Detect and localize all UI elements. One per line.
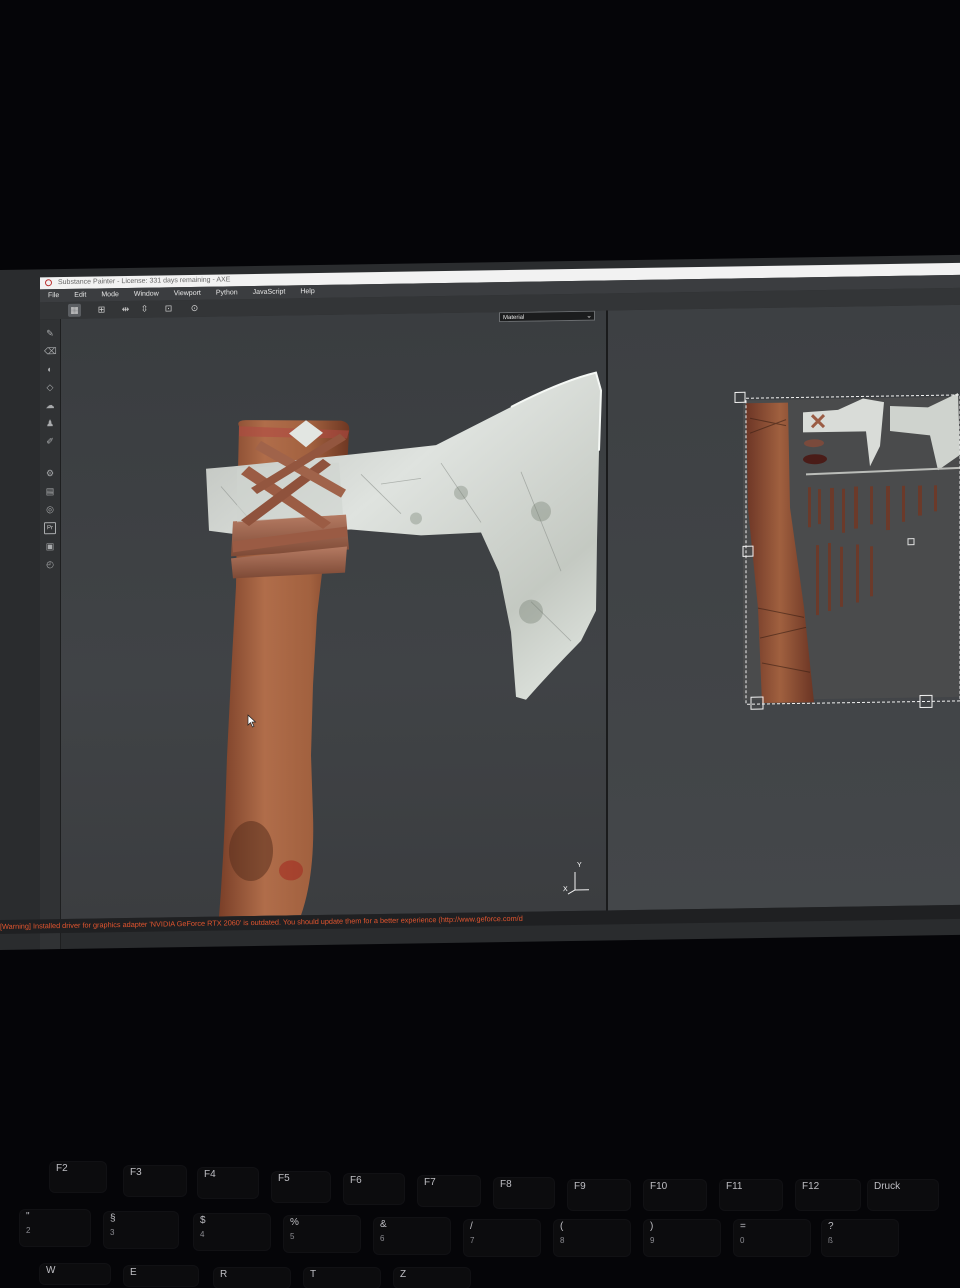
pr-icon[interactable]: Pr xyxy=(44,522,56,534)
key-z: Z xyxy=(394,1268,470,1288)
key-sz-shift: ? xyxy=(828,1221,834,1232)
key-8: (8 xyxy=(554,1220,630,1256)
camera-icon[interactable]: ◎ xyxy=(44,503,56,515)
settings-icon[interactable]: ⚙ xyxy=(44,467,56,479)
align-icon[interactable]: ⇳ xyxy=(138,303,151,316)
axis-y-label: Y xyxy=(577,862,582,869)
menu-edit[interactable]: Edit xyxy=(74,289,86,302)
clone-icon[interactable]: ♟ xyxy=(44,417,56,429)
key-f3: F3 xyxy=(124,1166,186,1196)
key-f4: F4 xyxy=(198,1168,258,1198)
key-5-label: 5 xyxy=(290,1230,360,1244)
monitor-screen: Substance Painter - License: 331 days re… xyxy=(0,255,960,950)
3d-viewport[interactable]: Material ⌄ Y X xyxy=(61,310,606,919)
key-7-label: 7 xyxy=(470,1234,540,1248)
key-8-label: 8 xyxy=(560,1234,630,1248)
key-f8: F8 xyxy=(494,1178,554,1208)
key-3-label: 3 xyxy=(110,1226,178,1240)
axis-gizmo: Y X xyxy=(563,866,593,896)
color-picker-icon[interactable]: ✐ xyxy=(44,435,56,447)
tools-sidebar: ✎ ⌫ ◐ ◇ ☁ ♟ ✐ ⚙ ▤ ◎ Pr ▣ ◴ xyxy=(40,319,61,949)
key-6-shift: & xyxy=(380,1219,387,1230)
save-icon[interactable]: ▣ xyxy=(44,540,56,552)
projection-icon[interactable]: ◐ xyxy=(44,363,56,375)
key-r: R xyxy=(214,1268,290,1288)
key-f7: F7 xyxy=(418,1176,480,1206)
grid-view-icon[interactable]: ⊞ xyxy=(95,303,108,316)
key-0-label: 0 xyxy=(740,1234,810,1248)
key-9-label: 9 xyxy=(650,1234,720,1248)
key-f10: F10 xyxy=(644,1180,706,1210)
2d-uv-viewport[interactable] xyxy=(608,305,960,911)
key-9-shift: ) xyxy=(650,1221,653,1232)
menu-viewport[interactable]: Viewport xyxy=(174,287,201,300)
polygon-fill-icon[interactable]: ◇ xyxy=(44,381,56,393)
chevron-down-icon: ⌄ xyxy=(586,312,592,322)
smudge-icon[interactable]: ☁ xyxy=(44,399,56,411)
key-7-shift: / xyxy=(470,1221,473,1232)
axis-x-label: X xyxy=(563,886,568,893)
channel-select[interactable]: Material ⌄ xyxy=(499,311,595,323)
key-0: =0 xyxy=(734,1220,810,1256)
menu-mode[interactable]: Mode xyxy=(101,288,119,301)
menu-python[interactable]: Python xyxy=(216,286,238,299)
window-title: Substance Painter - License: 331 days re… xyxy=(58,276,230,286)
key-w: W xyxy=(40,1264,110,1284)
key-4-label: 4 xyxy=(200,1228,270,1242)
layout-grid-icon[interactable]: ▦ xyxy=(68,304,81,317)
layers-icon[interactable]: ▤ xyxy=(44,485,56,497)
key-2-shift: " xyxy=(26,1211,30,1222)
uv-texture-map xyxy=(608,305,960,911)
menu-window[interactable]: Window xyxy=(134,288,159,301)
key-4: $4 xyxy=(194,1214,270,1250)
key-9: )9 xyxy=(644,1220,720,1256)
key-5: %5 xyxy=(284,1216,360,1252)
key-f6: F6 xyxy=(344,1174,404,1204)
key-6-label: 6 xyxy=(380,1232,450,1246)
mirror-icon[interactable]: ⇹ xyxy=(119,303,132,316)
key-4-shift: $ xyxy=(200,1215,206,1226)
menu-javascript[interactable]: JavaScript xyxy=(253,286,286,300)
history-icon[interactable]: ◴ xyxy=(44,558,56,570)
laptop-keyboard: F2 F3 F4 F5 F6 F7 F8 F9 F10 F11 F12 Druc… xyxy=(0,1150,960,1280)
app-logo-icon xyxy=(45,279,52,286)
key-f2: F2 xyxy=(50,1162,106,1192)
key-sz-label: ß xyxy=(828,1234,898,1248)
key-0-shift: = xyxy=(740,1221,746,1232)
key-f11: F11 xyxy=(720,1180,782,1210)
axe-model-render xyxy=(61,310,606,919)
frame-icon[interactable]: ⊡ xyxy=(162,302,175,315)
key-druck: Druck xyxy=(868,1180,938,1210)
key-f12: F12 xyxy=(796,1180,860,1210)
mouse-cursor-icon xyxy=(247,714,257,728)
key-5-shift: % xyxy=(290,1217,299,1228)
key-f5: F5 xyxy=(272,1172,330,1202)
camera-icon[interactable]: ⊙ xyxy=(188,302,201,315)
key-sz: ?ß xyxy=(822,1220,898,1256)
key-8-shift: ( xyxy=(560,1221,563,1232)
key-e: E xyxy=(124,1266,198,1286)
eraser-icon[interactable]: ⌫ xyxy=(44,345,56,357)
key-2: "2 xyxy=(20,1210,90,1246)
key-f9: F9 xyxy=(568,1180,630,1210)
key-7: /7 xyxy=(464,1220,540,1256)
key-t: T xyxy=(304,1268,380,1288)
key-3-shift: § xyxy=(110,1213,116,1224)
key-6: &6 xyxy=(374,1218,450,1254)
key-2-label: 2 xyxy=(26,1224,90,1238)
brush-icon[interactable]: ✎ xyxy=(44,327,56,339)
menu-help[interactable]: Help xyxy=(300,285,314,298)
channel-select-value: Material xyxy=(503,315,524,321)
menu-file[interactable]: File xyxy=(48,289,59,302)
key-3: §3 xyxy=(104,1212,178,1248)
